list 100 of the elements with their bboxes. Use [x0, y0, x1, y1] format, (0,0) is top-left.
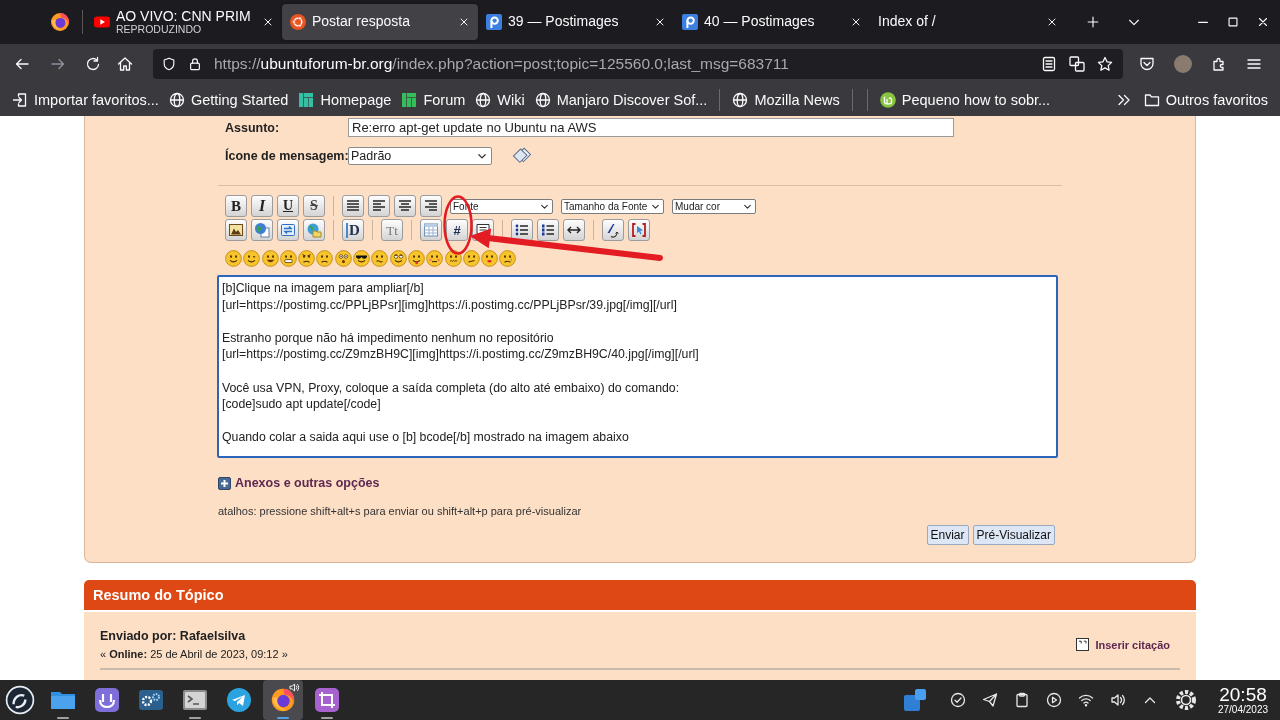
section-header: Resumo do Tópico: [84, 580, 1196, 610]
shield-icon[interactable]: [162, 57, 176, 71]
clock-date[interactable]: 27/04/2023: [1217, 704, 1269, 716]
browser-tab[interactable]: Postar resposta: [282, 4, 478, 40]
bookmark[interactable]: Forum: [401, 92, 466, 108]
send-button[interactable]: Enviar: [926, 525, 969, 545]
strikethrough-button[interactable]: S: [303, 195, 325, 217]
chevron-down-icon[interactable]: [477, 151, 487, 161]
play-circle-icon[interactable]: [1046, 692, 1062, 708]
browser-logo-icon[interactable]: [269, 686, 297, 714]
post-author: Enviado por: Rafaelsilva: [100, 629, 247, 643]
paper-plane-icon[interactable]: [982, 692, 998, 708]
attachments-link[interactable]: Anexos e outras opções: [235, 476, 380, 490]
check-circle-icon[interactable]: [950, 692, 966, 708]
plus-icon[interactable]: [218, 476, 231, 490]
bookmark[interactable]: Importar favoritos...: [12, 92, 159, 108]
message-textarea[interactable]: [b]Clique na imagem para ampliar[/b] [url=https://postimg.cc/PPLjBPsr][img]https://i.postimg.cc/PPLjBPsr/39.jpg[/img][/url] Estranho porque não há impedimento nenhum no repositório [url=https://postimg.cc/Z9mzBH9C][img]https://i.postimg.cc/Z9mzBH9C/40.jpg[/img][/url] Você usa VPN, Proxy, coloque a saída completa (do alto até embaixo) do comando: [code]sudo apt update[/code] Quando colar a saida aqui use o [b] bcode[/b] mostrado na imagem abaixo: [217, 275, 1058, 458]
message-icon-select[interactable]: Padrão: [348, 147, 492, 165]
subject-label: Assunto:: [225, 120, 281, 135]
smiley-icon[interactable]: [243, 250, 261, 267]
puzzle-icon[interactable]: [1211, 56, 1227, 72]
back-icon[interactable]: [14, 56, 30, 72]
browser-tab[interactable]: 39 — Postimages: [478, 4, 674, 40]
address-bar[interactable]: https://ubuntuforum-br.org/index.php?action=post;topic=125560.0;last_msg=683711: [153, 49, 1123, 79]
browser-logo-icon[interactable]: [50, 12, 70, 32]
preview-button[interactable]: Pré-Visualizar: [972, 525, 1055, 545]
translate-icon[interactable]: [1069, 56, 1085, 72]
message-icon-label: Ícone de mensagem:: [225, 149, 348, 163]
quote-link[interactable]: Inserir citação: [1076, 638, 1170, 651]
shortcuts-hint: atalhos: pressione shift+alt+s para enviar ou shift+alt+p para pré-visualizar: [218, 505, 583, 517]
bookmark[interactable]: Homepage: [298, 92, 392, 108]
home-icon[interactable]: [117, 56, 133, 72]
close-icon[interactable]: [262, 16, 274, 28]
video-logo-icon: [94, 14, 110, 30]
maximize-icon[interactable]: [1226, 15, 1240, 29]
smiley-icon[interactable]: [499, 250, 517, 267]
site-logo-icon: [682, 14, 698, 30]
post-date: « Online: 25 de Abril de 2023, 09:12 »: [100, 648, 288, 660]
smiley-icon[interactable]: [298, 250, 316, 267]
smiley-icon[interactable]: [462, 250, 480, 267]
close-icon[interactable]: [654, 16, 666, 28]
forward-icon[interactable]: [50, 56, 66, 72]
bookmark[interactable]: Wiki: [475, 92, 525, 108]
italic-button[interactable]: I: [251, 195, 273, 217]
menu-icon[interactable]: [1246, 56, 1262, 72]
quote-icon[interactable]: [1076, 638, 1090, 651]
bookmark[interactable]: Mozilla News: [732, 92, 840, 108]
color-dropdown[interactable]: Mudar cor: [672, 198, 756, 214]
close-icon[interactable]: [850, 16, 862, 28]
browser-tab[interactable]: AO VIVO: CNN PRIM REPRODUZINDO: [86, 4, 282, 40]
bold-button[interactable]: B: [225, 195, 247, 217]
close-icon[interactable]: [1256, 15, 1270, 29]
clipboard-icon[interactable]: [1014, 692, 1030, 708]
teletype-button[interactable]: Tt: [381, 219, 403, 241]
lock-icon[interactable]: [188, 57, 202, 71]
smiley-icon[interactable]: [316, 250, 334, 267]
paper-plane-icon[interactable]: [225, 686, 253, 714]
smiley-icon[interactable]: [225, 250, 242, 267]
site-logo-icon: [486, 14, 502, 30]
import-icon: [12, 92, 28, 108]
font-size-dropdown[interactable]: Tamanho da Fonte: [561, 198, 664, 214]
swirl-logo-icon[interactable]: [5, 685, 35, 715]
browser-tab[interactable]: 40 — Postimages: [674, 4, 870, 40]
bookmark[interactable]: Manjaro Discover Sof...: [534, 92, 708, 108]
subject-input[interactable]: Re:erro apt-get update no Ubuntu na AWS: [348, 118, 954, 137]
stacked-squares-icon: [511, 146, 533, 166]
tile-logo-icon[interactable]: [93, 686, 121, 714]
window-tiles-icon[interactable]: [903, 688, 927, 712]
globe-icon: [168, 92, 185, 108]
circle-logo-icon: [879, 92, 896, 108]
folder-icon[interactable]: [1143, 92, 1160, 108]
globe-icon: [534, 92, 551, 108]
smiley-icon[interactable]: [389, 250, 407, 267]
gear-icon[interactable]: [1174, 688, 1198, 712]
smiley-icon[interactable]: [407, 250, 425, 267]
star-icon[interactable]: [1097, 56, 1113, 72]
close-icon[interactable]: [458, 16, 470, 28]
code-button[interactable]: #: [446, 219, 468, 241]
crop-icon[interactable]: [313, 686, 341, 714]
smiley-icon[interactable]: [426, 250, 444, 267]
browser-tab[interactable]: Index of /: [870, 4, 1066, 40]
double-chevron-icon[interactable]: [1115, 92, 1132, 108]
site-logo-icon: [290, 14, 306, 30]
new-tab-icon[interactable]: [1086, 15, 1100, 29]
clock-time[interactable]: 20:58: [1219, 684, 1267, 705]
volume-icon[interactable]: [1110, 692, 1126, 708]
flash-button[interactable]: D: [342, 219, 364, 241]
bookmark[interactable]: Pequeno how to sobr...: [879, 92, 1051, 108]
smiley-icon[interactable]: [353, 250, 371, 267]
underline-button[interactable]: U: [277, 195, 299, 217]
reader-view-icon[interactable]: [1041, 56, 1057, 72]
bookmark-folder[interactable]: Outros favoritos: [1143, 92, 1268, 108]
close-icon[interactable]: [1046, 16, 1058, 28]
pocket-icon[interactable]: [1139, 56, 1155, 72]
avatar[interactable]: [1174, 55, 1192, 73]
globe-icon: [732, 92, 749, 108]
bookmark[interactable]: Getting Started: [168, 92, 289, 108]
smiley-icon[interactable]: [261, 250, 279, 267]
reload-icon[interactable]: [85, 56, 101, 72]
wifi-icon[interactable]: [1078, 692, 1094, 708]
